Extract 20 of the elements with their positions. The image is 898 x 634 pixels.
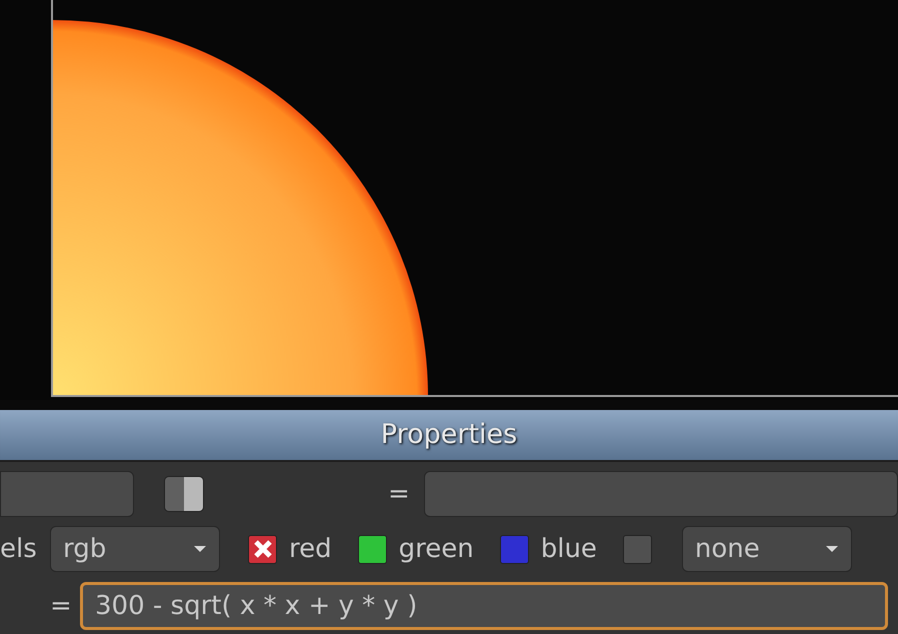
text-field[interactable] [0, 471, 134, 517]
channels-dropdown[interactable]: rgb [50, 526, 220, 572]
channel-checkbox[interactable] [622, 534, 652, 564]
value-field[interactable] [424, 471, 898, 517]
equals-label: = [388, 478, 410, 510]
cross-icon [252, 539, 272, 559]
channel-checkbox[interactable] [358, 534, 387, 564]
channel-label: green [398, 532, 474, 566]
toggle-icon[interactable] [164, 476, 204, 512]
field-label: els [0, 532, 38, 566]
equals-label: = [50, 590, 72, 622]
panel-title: Properties [380, 418, 518, 452]
channel-checkbox[interactable] [500, 534, 529, 564]
channel-checkbox[interactable] [248, 534, 277, 564]
dropdown-caret-icon [824, 545, 839, 553]
dropdown-caret-icon [193, 545, 207, 553]
channel-label: blue [540, 532, 597, 566]
mask-dropdown[interactable]: none [682, 526, 852, 572]
expression-field[interactable]: 300 - sqrt( x * x + y * y ) [80, 582, 888, 630]
channel-label: red [289, 532, 332, 566]
